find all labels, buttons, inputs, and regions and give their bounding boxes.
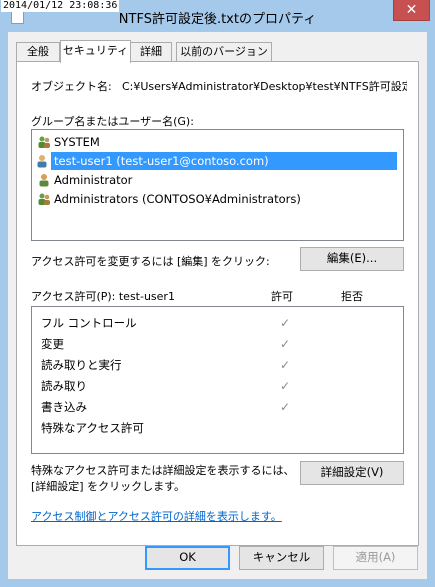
group-icon [38,193,50,205]
permission-row: 変更 [41,334,64,354]
permission-name: 読み取りと実行 [41,358,122,372]
timestamp-overlay: 2014/01/12 23:08:36 [1,0,120,12]
allow-check-icon: ✓ [279,337,291,351]
advanced-button[interactable]: 詳細設定(V) [300,461,404,485]
allow-check-icon: ✓ [279,379,291,393]
cancel-button[interactable]: キャンセル [239,546,324,570]
list-item-administrators[interactable]: Administrators (CONTOSO¥Administrators) [35,190,301,208]
advanced-hint-line2: [詳細設定] をクリックします。 [31,480,185,493]
permission-row: 読み取り [41,376,87,396]
allow-header: 許可 [271,290,293,303]
user-name: Administrators (CONTOSO¥Administrators) [54,192,301,206]
ok-button[interactable]: OK [145,546,230,570]
allow-check-icon: ✓ [279,358,291,372]
permissions-label: アクセス許可(P): test-user1 [31,290,175,303]
permission-name: フル コントロール [41,316,137,330]
apply-button[interactable]: 適用(A) [333,546,418,570]
tab-security[interactable]: セキュリティ [60,40,131,63]
permission-row: フル コントロール [41,313,137,333]
permissions-list[interactable]: フル コントロール ✓ 変更 ✓ 読み取りと実行 ✓ 読み取り ✓ 書き込み ✓… [31,306,404,454]
tab-previous-versions[interactable]: 以前のバージョン [176,42,272,61]
allow-check-icon: ✓ [279,316,291,330]
tab-general[interactable]: 全般 [16,42,60,61]
allow-check-icon: ✓ [279,400,291,414]
group-icon [38,136,50,148]
edit-button[interactable]: 編集(E)... [300,247,404,271]
list-item-system[interactable]: SYSTEM [35,133,100,151]
tab-details[interactable]: 詳細 [130,42,172,61]
permission-name: 変更 [41,337,64,351]
user-name: SYSTEM [54,135,100,149]
permission-name: 読み取り [41,379,87,393]
advanced-hint-line1: 特殊なアクセス許可または詳細設定を表示するには、 [31,464,295,477]
close-button[interactable]: ✕ [393,0,430,21]
user-name: Administrator [54,173,133,187]
list-item-test-user1[interactable]: test-user1 (test-user1@contoso.com) [37,152,397,170]
security-panel: オブジェクト名: C:¥Users¥Administrator¥Desktop¥… [16,61,419,546]
object-name-label: オブジェクト名: [31,80,112,93]
dialog-body: 全般 セキュリティ 詳細 以前のバージョン オブジェクト名: C:¥Users¥… [8,32,427,579]
edit-hint: アクセス許可を変更するには [編集] をクリック: [31,255,270,268]
help-link[interactable]: アクセス制御とアクセス許可の詳細を表示します。 [31,508,282,524]
deny-header: 拒否 [341,290,363,303]
permission-row: 特殊なアクセス許可 [41,418,144,438]
user-list[interactable]: SYSTEM test-user1 (test-user1@contoso.co… [31,129,404,241]
list-item-administrator[interactable]: Administrator [35,171,132,189]
user-icon [37,155,47,168]
user-name: test-user1 (test-user1@contoso.com) [54,154,269,168]
object-path: C:¥Users¥Administrator¥Desktop¥test¥NTFS… [122,80,407,93]
permission-name: 書き込み [41,400,87,414]
permission-name: 特殊なアクセス許可 [41,421,144,435]
user-icon [39,174,49,187]
permission-row: 読み取りと実行 [41,355,122,375]
permission-row: 書き込み [41,397,87,417]
groups-label: グループ名またはユーザー名(G): [31,115,194,128]
